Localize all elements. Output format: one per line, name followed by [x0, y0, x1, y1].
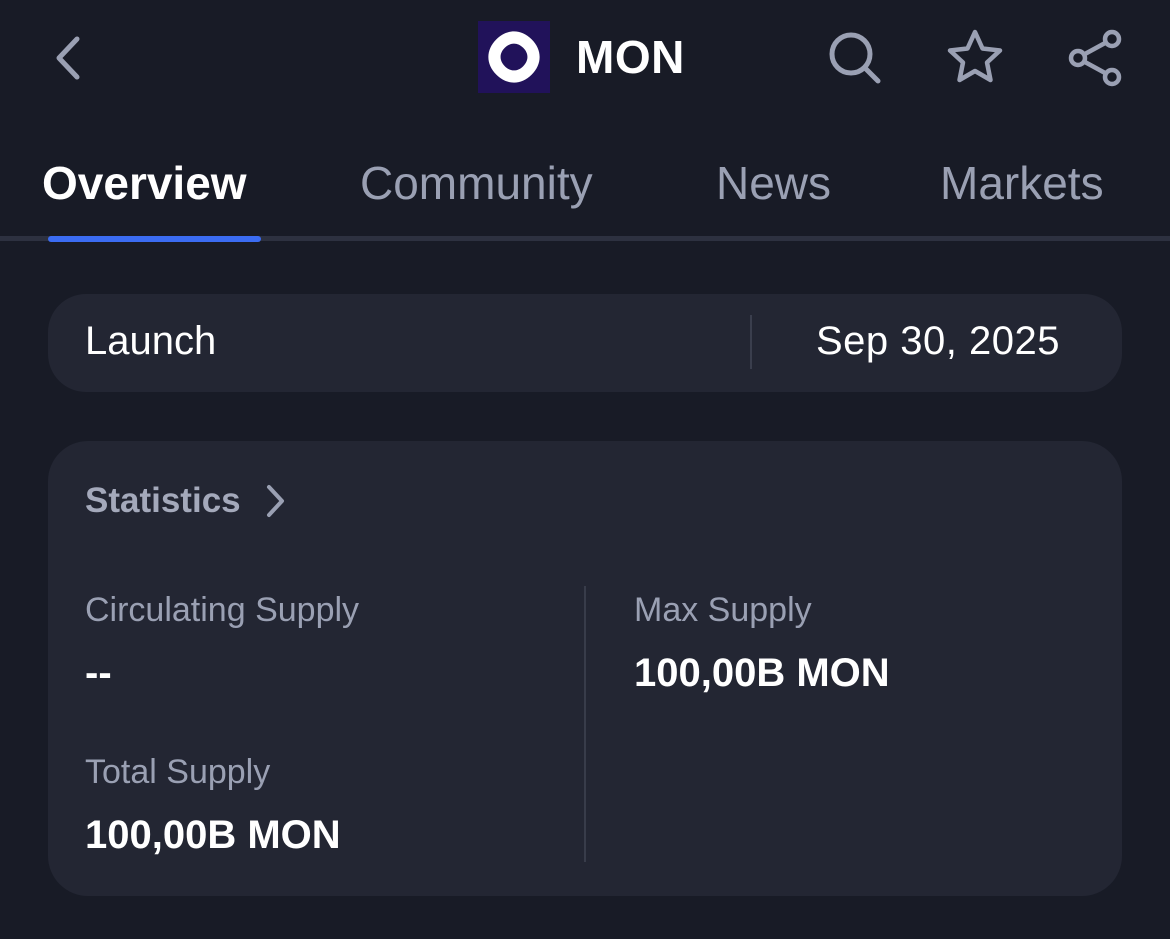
top-bar: MON: [0, 0, 1170, 118]
back-button[interactable]: [40, 22, 96, 94]
share-icon: [1068, 29, 1122, 87]
share-button[interactable]: [1059, 22, 1131, 94]
statistics-link[interactable]: Statistics: [85, 481, 285, 521]
tab-news[interactable]: News: [716, 156, 831, 210]
statistics-title: Statistics: [85, 481, 241, 520]
total-supply-label: Total Supply: [85, 753, 271, 791]
launch-date: Sep 30, 2025: [816, 319, 1060, 363]
coin-logo: [478, 21, 550, 93]
statistics-divider: [584, 586, 586, 862]
coin-name: MON: [576, 31, 685, 83]
favorite-button[interactable]: [939, 22, 1011, 94]
circulating-supply-value: --: [85, 651, 112, 695]
total-supply-value: 100,00B MON: [85, 813, 341, 857]
star-icon: [947, 29, 1003, 83]
tab-bar: Overview Community News Markets: [0, 128, 1170, 242]
chevron-right-icon: [265, 484, 285, 518]
tab-markets[interactable]: Markets: [940, 156, 1104, 210]
active-tab-indicator: [48, 236, 261, 242]
launch-row: Launch Sep 30, 2025: [48, 294, 1122, 392]
max-supply-value: 100,00B MON: [634, 651, 890, 695]
launch-label: Launch: [85, 319, 217, 363]
max-supply-label: Max Supply: [634, 591, 812, 629]
monad-logo-icon: [488, 31, 540, 83]
search-button[interactable]: [819, 22, 891, 94]
circulating-supply-label: Circulating Supply: [85, 591, 360, 629]
tab-overview[interactable]: Overview: [42, 156, 247, 210]
coin-title: MON: [478, 21, 685, 93]
launch-divider: [750, 315, 752, 369]
tab-community[interactable]: Community: [360, 156, 593, 210]
search-icon: [829, 32, 881, 84]
chevron-left-icon: [56, 36, 80, 80]
statistics-card: Statistics Circulating Supply -- Total S…: [48, 441, 1122, 896]
